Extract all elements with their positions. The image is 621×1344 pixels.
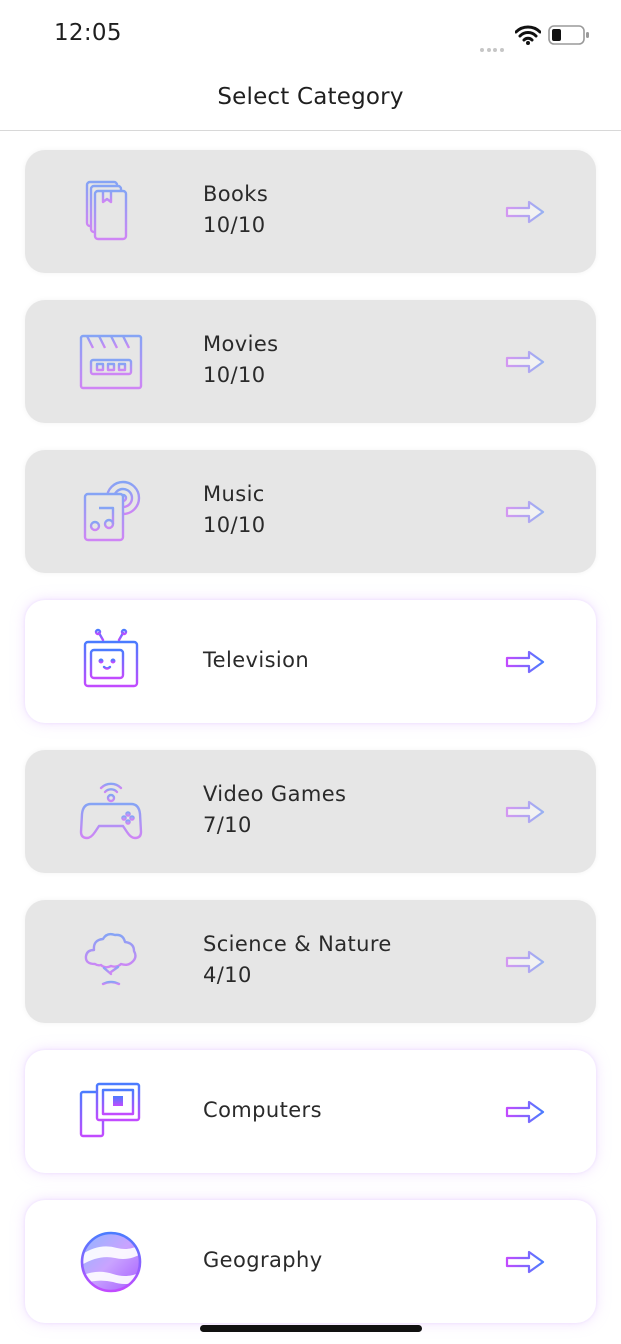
battery-icon — [548, 25, 589, 45]
computer-icon — [79, 1082, 143, 1138]
category-score: 7/10 — [203, 813, 252, 837]
category-score: 10/10 — [203, 513, 266, 537]
category-card-music[interactable]: Music 10/10 — [25, 450, 596, 573]
arrow-right-icon — [505, 800, 545, 824]
globe-icon — [80, 1231, 142, 1293]
category-card-movies[interactable]: Movies 10/10 — [25, 300, 596, 423]
category-score: 4/10 — [203, 963, 252, 987]
wifi-icon — [515, 25, 541, 45]
clapperboard-icon — [79, 334, 143, 390]
category-score: 10/10 — [203, 363, 266, 387]
category-name: Geography — [203, 1248, 323, 1272]
arrow-right-icon — [505, 650, 545, 674]
music-album-icon — [83, 480, 141, 542]
arrow-right-icon — [505, 200, 545, 224]
arrow-right-icon — [505, 1250, 545, 1274]
category-card-video-games[interactable]: Video Games 7/10 — [25, 750, 596, 873]
category-name: Movies — [203, 332, 279, 356]
arrow-right-icon — [505, 1100, 545, 1124]
page-title: Select Category — [217, 84, 404, 110]
home-indicator[interactable] — [200, 1325, 422, 1332]
status-bar: 12:05 — [0, 0, 621, 66]
arrow-right-icon — [505, 500, 545, 524]
category-card-science-nature[interactable]: Science & Nature 4/10 — [25, 900, 596, 1023]
category-name: Science & Nature — [203, 932, 392, 956]
category-score: 10/10 — [203, 213, 266, 237]
signal-icon — [480, 37, 506, 56]
category-name: Video Games — [203, 782, 347, 806]
television-icon — [83, 628, 139, 694]
category-name: Music — [203, 482, 265, 506]
gamepad-icon — [79, 782, 143, 840]
category-card-books[interactable]: Books 10/10 — [25, 150, 596, 273]
category-name: Computers — [203, 1098, 322, 1122]
category-name: Television — [203, 648, 310, 672]
books-icon — [85, 180, 128, 241]
category-card-computers[interactable]: Computers — [25, 1050, 596, 1173]
category-name: Books — [203, 182, 269, 206]
arrow-right-icon — [505, 350, 545, 374]
navigation-bar: Select Category — [0, 66, 621, 131]
category-card-television[interactable]: Television — [25, 600, 596, 723]
tree-icon — [84, 932, 137, 993]
arrow-right-icon — [505, 950, 545, 974]
category-card-geography[interactable]: Geography — [25, 1200, 596, 1323]
status-time: 12:05 — [54, 20, 122, 46]
